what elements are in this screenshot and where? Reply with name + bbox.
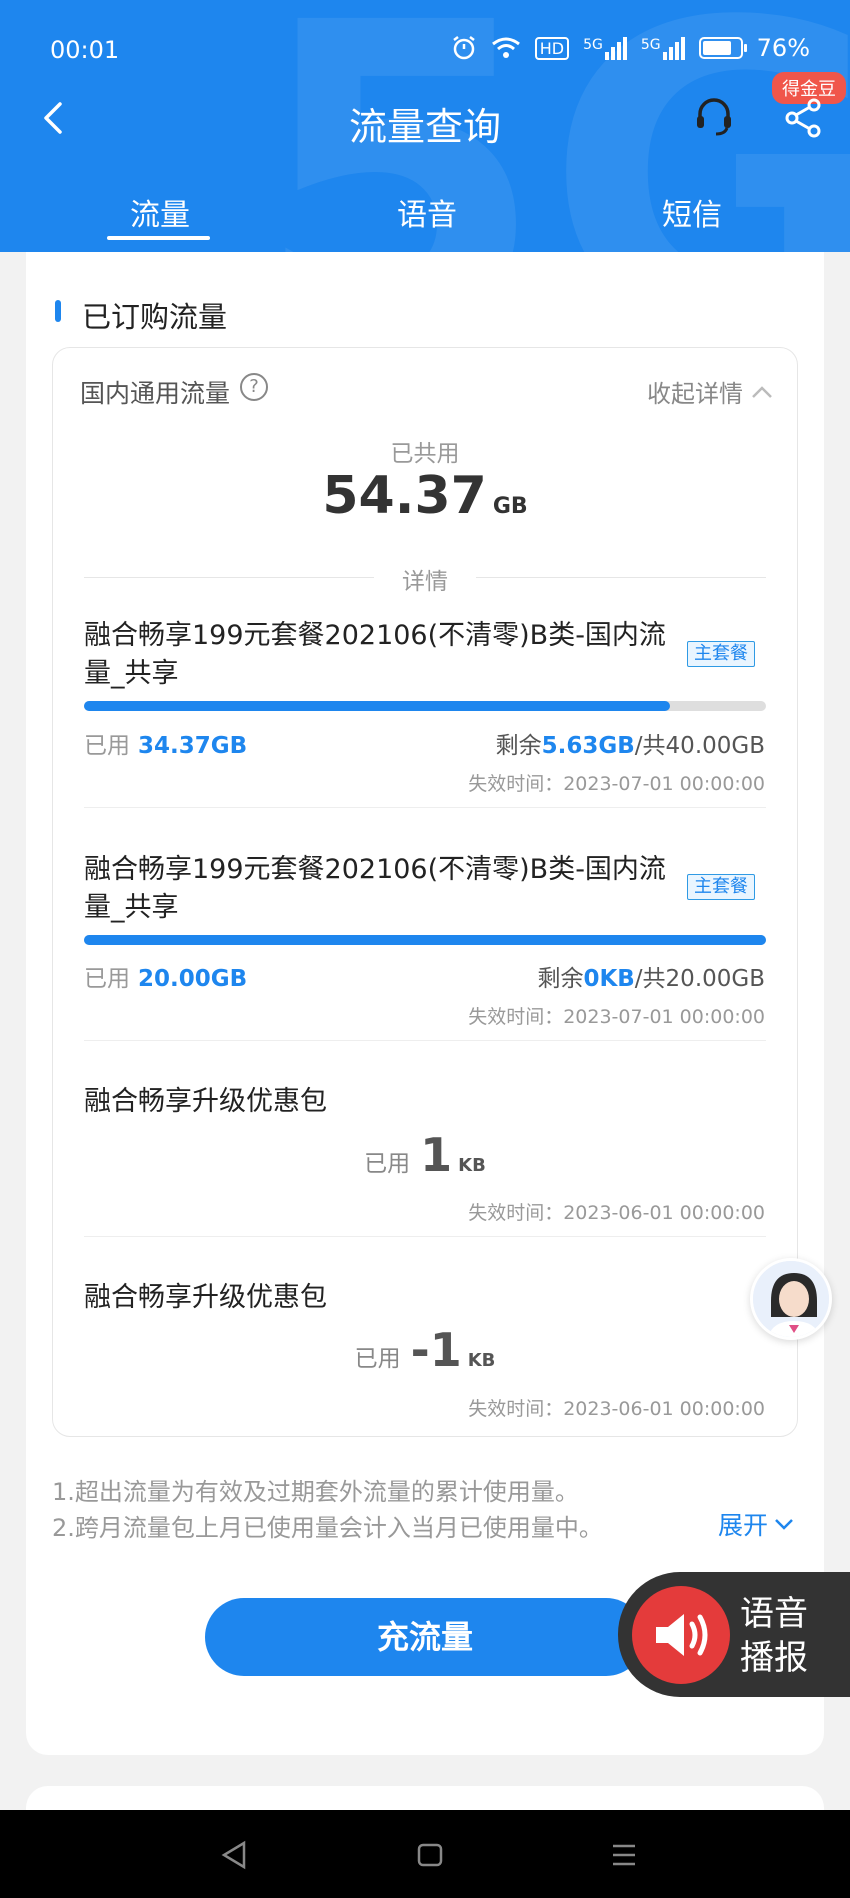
tab-flow[interactable]: 流量 [130, 190, 190, 234]
shared-value: 54.37 GB [0, 466, 850, 526]
help-icon[interactable]: ? [240, 373, 268, 401]
main-plan-badge: 主套餐 [687, 874, 755, 900]
shared-unit: GB [492, 494, 528, 519]
used-amount: 已用 -1 KB [354, 1323, 496, 1377]
status-time: 00:01 [50, 36, 120, 64]
signal-1: 5G [583, 36, 627, 60]
expand-button[interactable]: 展开 [718, 1506, 794, 1542]
main-plan-badge: 主套餐 [687, 641, 755, 667]
section-title: 已订购流量 [82, 300, 228, 334]
signal-2: 5G [641, 36, 685, 60]
status-icons: HD 5G 5G 76% [451, 34, 810, 62]
collapse-details-button[interactable]: 收起详情 [647, 374, 773, 409]
expire-time: 失效时间：2023-06-01 00:00:00 [468, 1202, 765, 1224]
shared-number: 54.37 [322, 466, 487, 526]
section-accent [55, 300, 61, 322]
speaker-icon [656, 1614, 708, 1656]
package-name: 融合畅享升级优惠包 [84, 1086, 327, 1117]
item-divider [84, 1040, 766, 1041]
recharge-data-button[interactable]: 充流量 [205, 1598, 645, 1676]
expire-time: 失效时间：2023-07-01 00:00:00 [468, 1006, 765, 1028]
used-amount: 已用 20.00GB [84, 966, 248, 992]
collapse-label: 收起详情 [647, 380, 743, 408]
chevron-up-icon [752, 385, 772, 398]
usage-progress-fill [84, 701, 670, 711]
expire-time: 失效时间：2023-06-01 00:00:00 [468, 1398, 765, 1420]
voice-broadcast-circle[interactable] [632, 1586, 730, 1684]
nav-home-icon[interactable] [416, 1840, 444, 1870]
alarm-icon [453, 36, 475, 60]
assistant-avatar[interactable] [750, 1258, 832, 1340]
shared-label: 已共用 [390, 441, 460, 467]
battery-icon [698, 37, 747, 59]
hd-label: HD [534, 36, 570, 60]
usage-progress-bar [84, 701, 766, 711]
voice-broadcast-label: 语音 播报 [740, 1594, 808, 1678]
battery-percent: 76% [756, 34, 810, 62]
package-name: 融合畅享199元套餐202106(不清零)B类-国内流量_共享 [84, 854, 666, 923]
tab-voice[interactable]: 语音 [397, 190, 457, 234]
used-amount: 已用 34.37GB [84, 733, 248, 759]
headset-icon[interactable] [692, 94, 736, 138]
item-divider [84, 807, 766, 808]
item-divider [84, 1236, 766, 1237]
used-amount: 已用 1 KB [364, 1128, 486, 1182]
usage-progress-bar [84, 935, 766, 945]
package-name: 融合畅享升级优惠包 [84, 1282, 327, 1313]
wifi-icon [491, 37, 520, 58]
category-label: 国内通用流量 [80, 379, 231, 408]
note-line: 2.跨月流量包上月已使用量会计入当月已使用量中。 [52, 1514, 603, 1542]
note-line: 1.超出流量为有效及过期套外流量的累计使用量。 [52, 1478, 579, 1506]
nav-menu-icon[interactable] [610, 1840, 638, 1870]
expand-label: 展开 [718, 1511, 769, 1540]
package-name: 融合畅享199元套餐202106(不清零)B类-国内流量_共享 [84, 620, 666, 689]
status-bar: 00:01 HD 5G 5G 76% [0, 0, 850, 100]
remain-amount: 剩余5.63GB/共40.00GB [495, 733, 765, 759]
nav-back-icon[interactable] [220, 1840, 248, 1870]
share-icon[interactable] [783, 96, 823, 140]
tab-active-indicator [107, 236, 210, 240]
remain-amount: 剩余0KB/共20.00GB [537, 966, 765, 992]
chevron-down-icon [775, 1519, 793, 1530]
tab-sms[interactable]: 短信 [662, 190, 722, 234]
detail-label: 详情 [402, 569, 448, 595]
tab-bar: 流量 语音 短信 [0, 190, 850, 240]
system-nav-bar [0, 1810, 850, 1898]
expire-time: 失效时间：2023-07-01 00:00:00 [468, 773, 765, 795]
usage-progress-fill [84, 935, 766, 945]
